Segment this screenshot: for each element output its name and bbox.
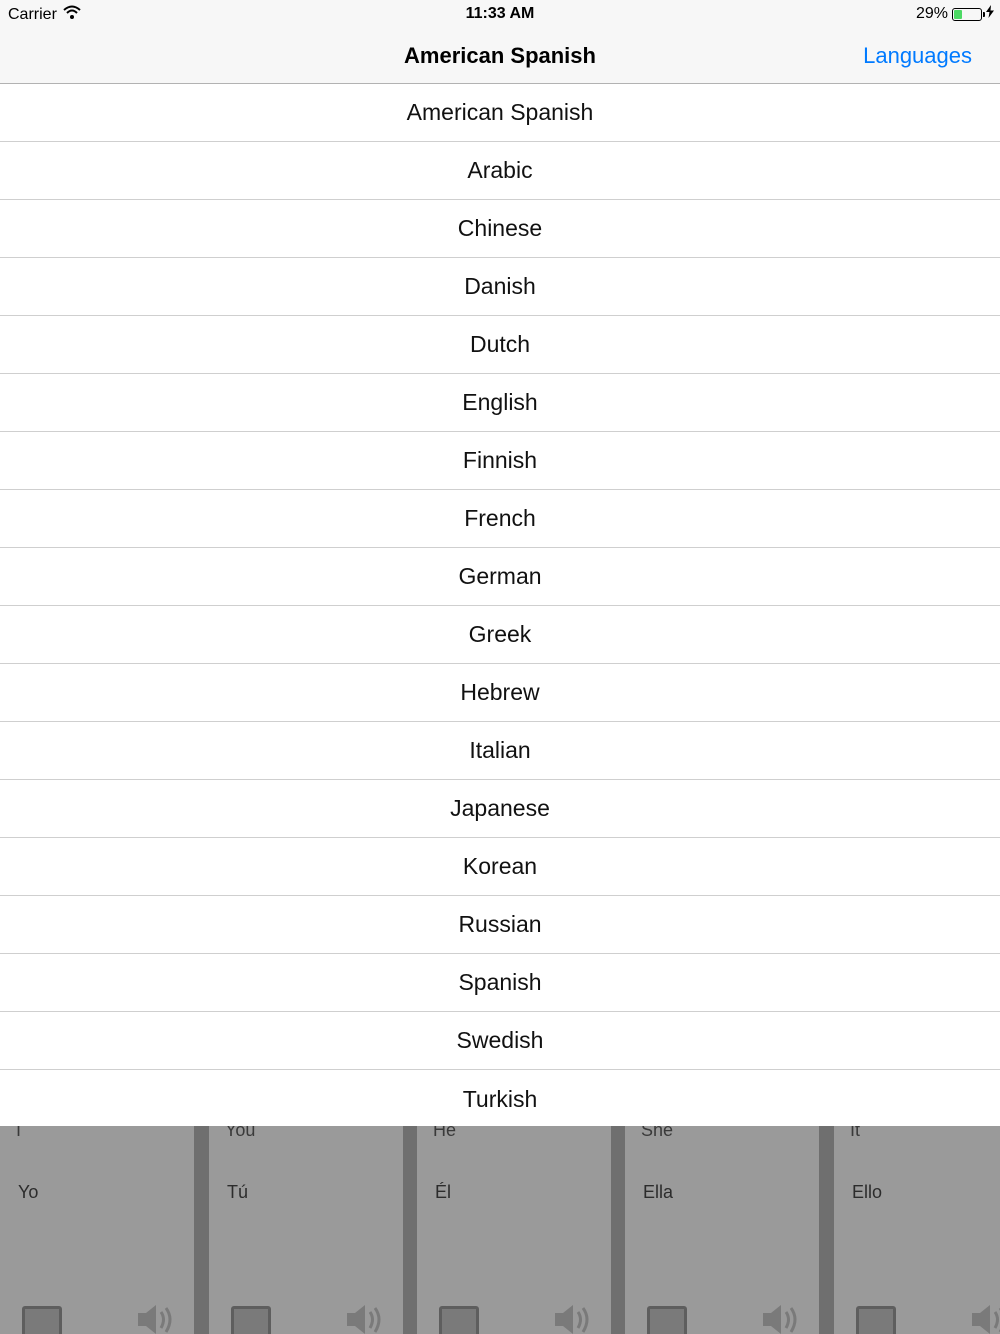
word-card[interactable]: He Él <box>417 1126 611 1334</box>
word-cards-area: I Yo You Tú He Él She Ella It Ello <box>0 1126 1000 1334</box>
card-translation: Él <box>435 1182 452 1202</box>
photo-icon[interactable] <box>231 1306 271 1334</box>
speaker-icon[interactable] <box>345 1302 385 1334</box>
photo-icon[interactable] <box>856 1306 896 1334</box>
speaker-icon[interactable] <box>553 1302 593 1334</box>
photo-icon[interactable] <box>439 1306 479 1334</box>
bolt-icon <box>986 5 994 23</box>
battery-fill <box>954 9 962 19</box>
language-item[interactable]: Korean <box>0 838 1000 896</box>
language-item[interactable]: Finnish <box>0 432 1000 490</box>
language-item[interactable]: French <box>0 490 1000 548</box>
languages-button[interactable]: Languages <box>863 43 972 69</box>
card-translation: Ella <box>643 1182 674 1202</box>
card-english-word: You <box>225 1126 256 1140</box>
language-item[interactable]: Chinese <box>0 200 1000 258</box>
navigation-bar: American Spanish Languages <box>0 28 1000 84</box>
language-item[interactable]: Swedish <box>0 1012 1000 1070</box>
status-time: 11:33 AM <box>465 5 535 22</box>
status-right: 29% <box>916 5 994 23</box>
language-item[interactable]: Russian <box>0 896 1000 954</box>
card-translation: Ello <box>852 1182 883 1202</box>
language-item[interactable]: Dutch <box>0 316 1000 374</box>
photo-icon[interactable] <box>647 1306 687 1334</box>
word-card[interactable]: It Ello <box>834 1126 1000 1334</box>
battery-icon <box>952 7 985 21</box>
status-bar: Carrier 11:33 AM 29% <box>0 0 1000 28</box>
language-item[interactable]: Danish <box>0 258 1000 316</box>
language-item[interactable]: Turkish <box>0 1070 1000 1128</box>
language-item[interactable]: Greek <box>0 606 1000 664</box>
card-english-word: She <box>641 1126 674 1140</box>
speaker-icon[interactable] <box>761 1302 801 1334</box>
language-item[interactable]: English <box>0 374 1000 432</box>
language-item[interactable]: Spanish <box>0 954 1000 1012</box>
photo-icon[interactable] <box>22 1306 62 1334</box>
nav-title: American Spanish <box>404 43 596 68</box>
speaker-icon[interactable] <box>136 1302 176 1334</box>
card-translation: Tú <box>227 1182 249 1202</box>
card-translation: Yo <box>18 1182 39 1202</box>
word-card[interactable]: You Tú <box>209 1126 403 1334</box>
card-english-word: He <box>433 1126 457 1140</box>
battery-percent: 29% <box>915 5 948 22</box>
word-card[interactable]: She Ella <box>625 1126 819 1334</box>
language-item[interactable]: Arabic <box>0 142 1000 200</box>
language-item[interactable]: American Spanish <box>0 84 1000 142</box>
language-item[interactable]: Japanese <box>0 780 1000 838</box>
speaker-icon[interactable] <box>970 1302 1000 1334</box>
language-item[interactable]: German <box>0 548 1000 606</box>
word-card[interactable]: I Yo <box>0 1126 194 1334</box>
language-list: American Spanish Arabic Chinese Danish Dutch… <box>0 84 1000 1128</box>
language-item[interactable]: Hebrew <box>0 664 1000 722</box>
language-item[interactable]: Italian <box>0 722 1000 780</box>
card-english-word: I <box>16 1126 22 1140</box>
card-english-word: It <box>850 1126 861 1140</box>
